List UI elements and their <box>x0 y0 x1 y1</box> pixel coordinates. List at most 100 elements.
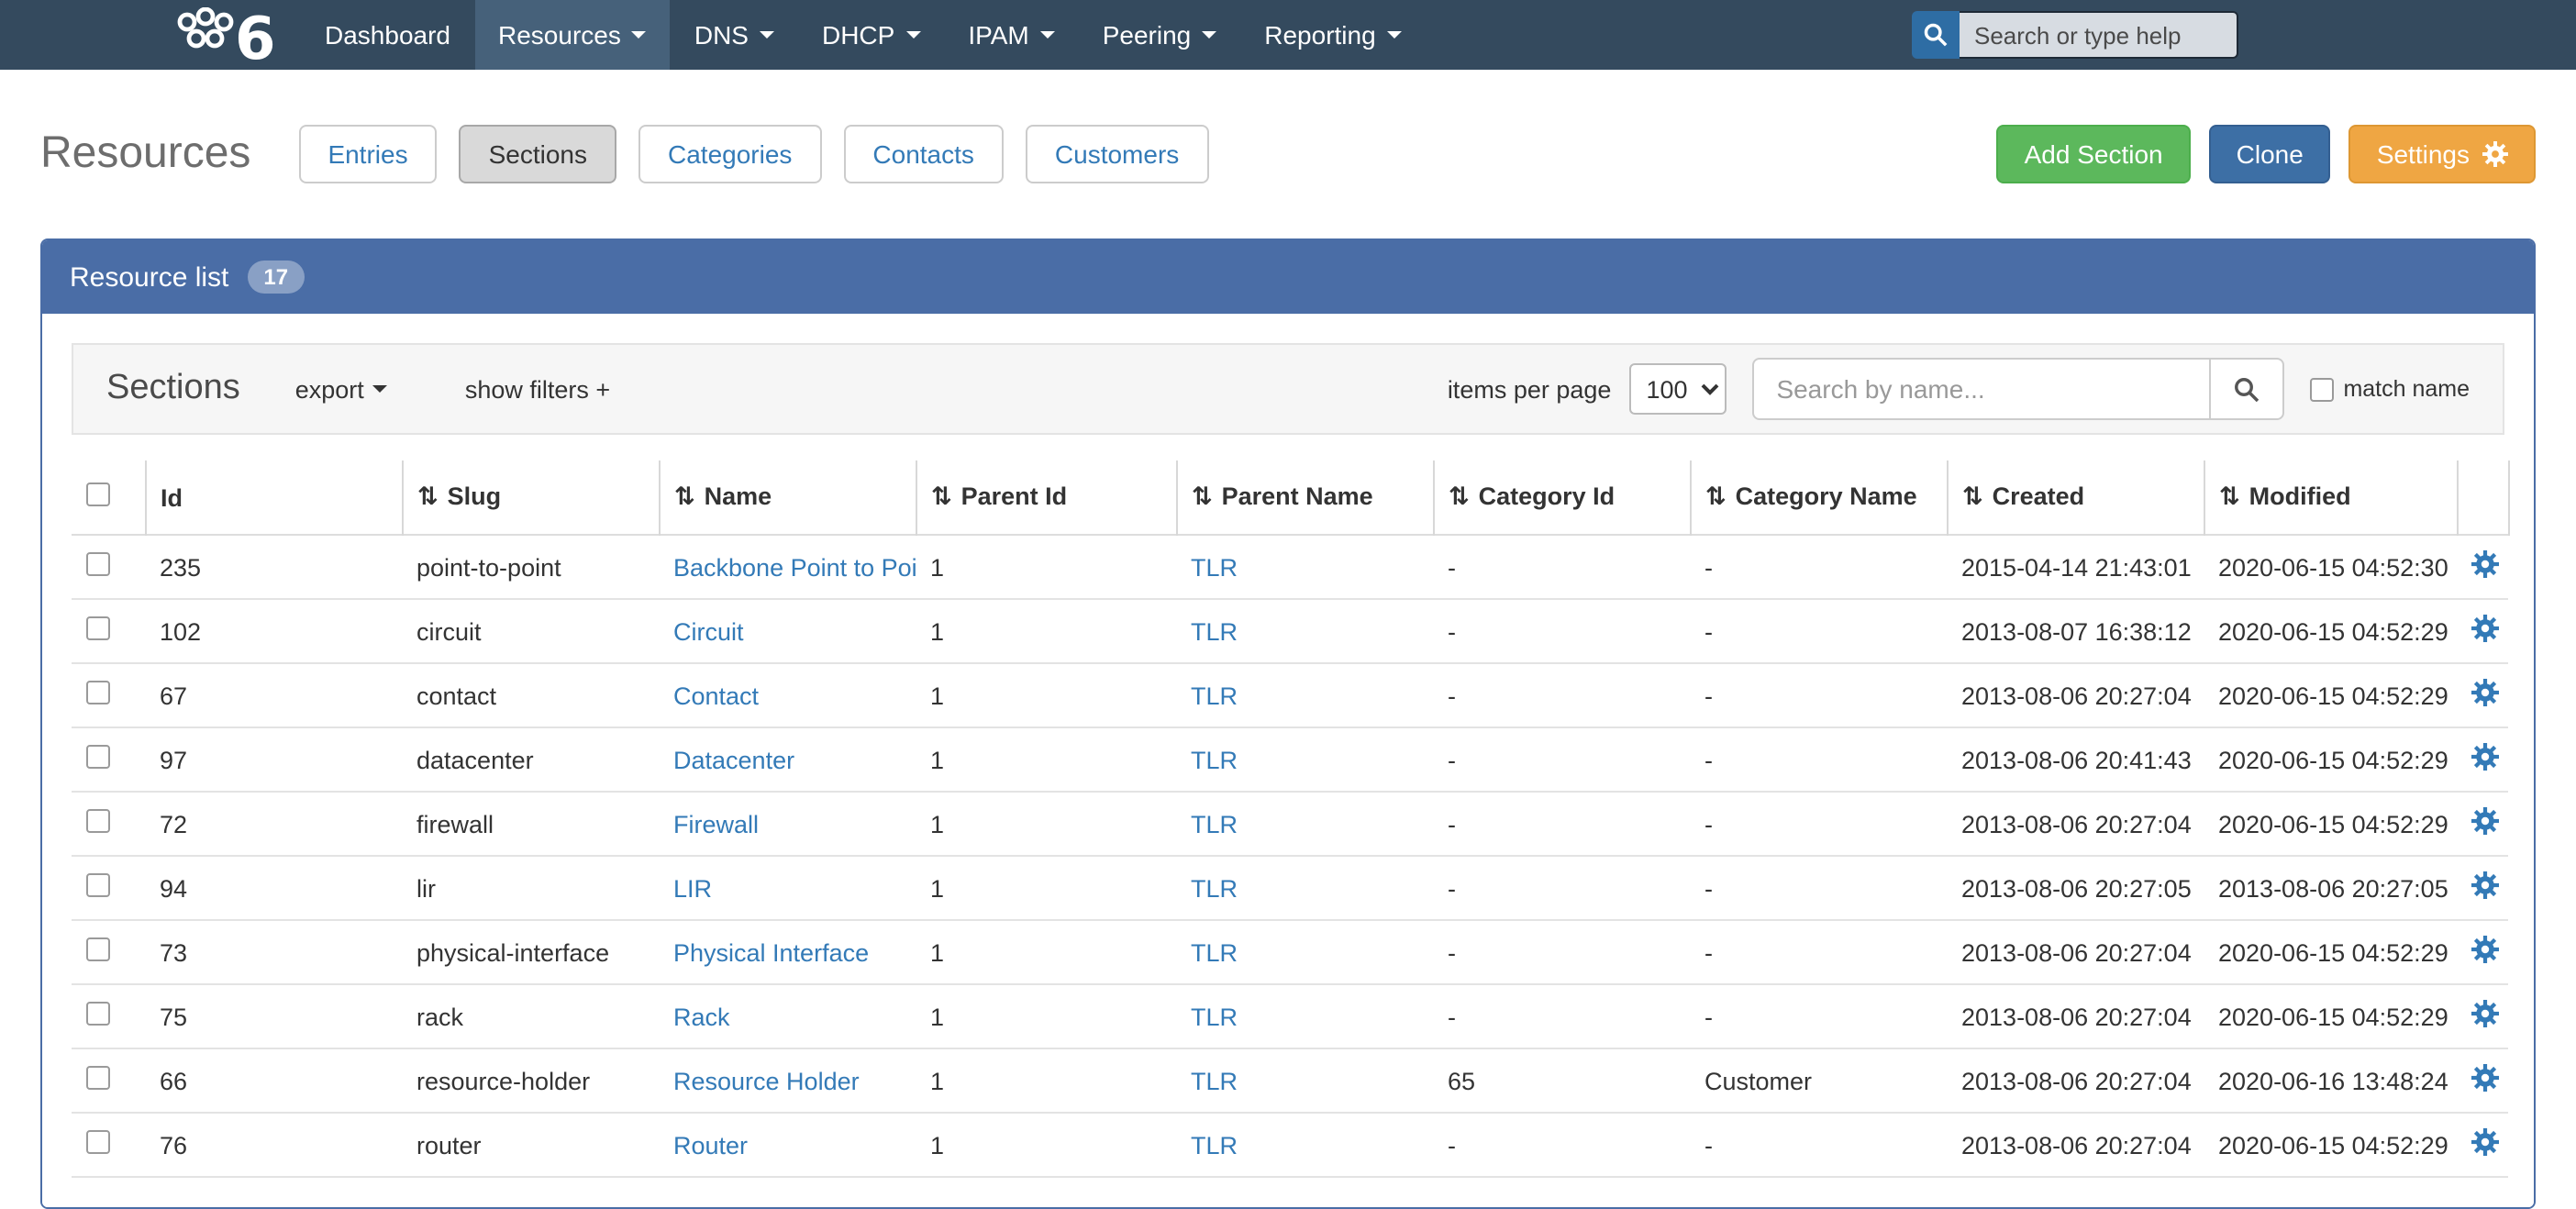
row-settings-gear-icon[interactable] <box>2471 871 2499 899</box>
cell-category-name: - <box>1690 727 1947 792</box>
search-icon[interactable] <box>1912 11 1960 59</box>
cell-select <box>72 792 145 856</box>
cell-id: 97 <box>145 727 402 792</box>
add-section-button[interactable]: Add Section <box>1997 125 2191 183</box>
column-label: Slug <box>448 482 502 510</box>
column-header-slug[interactable]: ⇅Slug <box>402 460 659 535</box>
parent-name-link[interactable]: TLR <box>1191 810 1238 837</box>
row-settings-gear-icon[interactable] <box>2471 1064 2499 1092</box>
column-header-created[interactable]: ⇅Created <box>1947 460 2204 535</box>
clone-button[interactable]: Clone <box>2209 125 2331 183</box>
select-all-checkbox[interactable] <box>86 482 110 506</box>
column-header-category-id[interactable]: ⇅Category Id <box>1433 460 1690 535</box>
resource-name-link[interactable]: Router <box>673 1131 748 1159</box>
row-settings-gear-icon[interactable] <box>2471 807 2499 835</box>
table-row: 72 firewall Firewall 1 TLR - - 2013-08-0… <box>72 792 2508 856</box>
table-row: 97 datacenter Datacenter 1 TLR - - 2013-… <box>72 727 2508 792</box>
help-search-input[interactable] <box>1960 11 2238 59</box>
show-filters-toggle[interactable]: show filters + <box>465 375 610 403</box>
items-per-page-select[interactable]: 100 <box>1629 363 1727 415</box>
resource-name-link[interactable]: Rack <box>673 1003 730 1030</box>
tab-customers[interactable]: Customers <box>1026 125 1208 183</box>
resource-name-link[interactable]: Contact <box>673 682 759 709</box>
row-checkbox[interactable] <box>86 1130 110 1154</box>
nav-item-dashboard[interactable]: Dashboard <box>301 0 474 70</box>
resource-name-link[interactable]: Physical Interface <box>673 938 869 966</box>
settings-button[interactable]: Settings <box>2349 125 2536 183</box>
cell-select <box>72 599 145 663</box>
match-name-control: match name <box>2310 376 2470 402</box>
match-name-checkbox[interactable] <box>2310 377 2334 401</box>
header-actions: Add Section Clone Settings <box>1997 125 2536 183</box>
name-search-input[interactable] <box>1752 358 2211 420</box>
column-header-parent-id[interactable]: ⇅Parent Id <box>916 460 1176 535</box>
brand-logo[interactable]: 6 <box>176 7 283 62</box>
row-checkbox[interactable] <box>86 552 110 576</box>
parent-name-link[interactable]: TLR <box>1191 682 1238 709</box>
nav-item-reporting[interactable]: Reporting <box>1240 0 1425 70</box>
row-checkbox[interactable] <box>86 681 110 704</box>
cell-actions <box>2457 920 2508 984</box>
resource-name-link[interactable]: LIR <box>673 874 712 902</box>
cell-parent-name: TLR <box>1176 535 1433 599</box>
cell-slug: physical-interface <box>402 920 659 984</box>
column-header-parent-name[interactable]: ⇅Parent Name <box>1176 460 1433 535</box>
cell-id: 75 <box>145 984 402 1048</box>
parent-name-link[interactable]: TLR <box>1191 617 1238 645</box>
column-header-name[interactable]: ⇅Name <box>659 460 916 535</box>
row-settings-gear-icon[interactable] <box>2471 615 2499 642</box>
parent-name-link[interactable]: TLR <box>1191 938 1238 966</box>
sort-icon: ⇅ <box>674 482 695 510</box>
nav-item-dhcp[interactable]: DHCP <box>798 0 944 70</box>
column-header-modified[interactable]: ⇅Modified <box>2204 460 2457 535</box>
cell-actions <box>2457 856 2508 920</box>
tab-categories[interactable]: Categories <box>638 125 821 183</box>
cell-parent-id: 1 <box>916 663 1176 727</box>
resource-name-link[interactable]: Backbone Point to Point <box>673 553 916 581</box>
resource-name-link[interactable]: Firewall <box>673 810 759 837</box>
cell-category-id: - <box>1433 792 1690 856</box>
table-row: 66 resource-holder Resource Holder 1 TLR… <box>72 1048 2508 1113</box>
row-settings-gear-icon[interactable] <box>2471 550 2499 578</box>
tab-entries[interactable]: Entries <box>298 125 437 183</box>
nav-item-label: Reporting <box>1264 20 1375 50</box>
name-search-button[interactable] <box>2211 358 2284 420</box>
cell-slug: router <box>402 1113 659 1177</box>
row-settings-gear-icon[interactable] <box>2471 743 2499 771</box>
cell-created: 2013-08-06 20:27:04 <box>1947 792 2204 856</box>
nav-item-peering[interactable]: Peering <box>1079 0 1241 70</box>
nav-item-resources[interactable]: Resources <box>474 0 671 70</box>
row-checkbox[interactable] <box>86 809 110 833</box>
tab-sections[interactable]: Sections <box>460 125 616 183</box>
row-checkbox[interactable] <box>86 1066 110 1090</box>
parent-name-link[interactable]: TLR <box>1191 1131 1238 1159</box>
row-checkbox[interactable] <box>86 873 110 897</box>
parent-name-link[interactable]: TLR <box>1191 1067 1238 1094</box>
resource-name-link[interactable]: Circuit <box>673 617 744 645</box>
cell-category-name: - <box>1690 663 1947 727</box>
parent-name-link[interactable]: TLR <box>1191 1003 1238 1030</box>
resource-name-link[interactable]: Resource Holder <box>673 1067 860 1094</box>
nav-item-ipam[interactable]: IPAM <box>944 0 1078 70</box>
row-checkbox[interactable] <box>86 745 110 769</box>
parent-name-link[interactable]: TLR <box>1191 746 1238 773</box>
row-settings-gear-icon[interactable] <box>2471 679 2499 706</box>
nav-item-dns[interactable]: DNS <box>671 0 798 70</box>
export-dropdown[interactable]: export <box>295 375 388 403</box>
row-settings-gear-icon[interactable] <box>2471 1128 2499 1156</box>
resource-name-link[interactable]: Datacenter <box>673 746 794 773</box>
row-checkbox[interactable] <box>86 937 110 961</box>
cell-parent-name: TLR <box>1176 1048 1433 1113</box>
row-checkbox[interactable] <box>86 616 110 640</box>
cell-created: 2013-08-06 20:27:04 <box>1947 1113 2204 1177</box>
column-header-category-name[interactable]: ⇅Category Name <box>1690 460 1947 535</box>
tab-contacts[interactable]: Contacts <box>843 125 1004 183</box>
cell-created: 2013-08-06 20:27:04 <box>1947 663 2204 727</box>
parent-name-link[interactable]: TLR <box>1191 553 1238 581</box>
parent-name-link[interactable]: TLR <box>1191 874 1238 902</box>
row-settings-gear-icon[interactable] <box>2471 936 2499 963</box>
cell-parent-name: TLR <box>1176 856 1433 920</box>
row-checkbox[interactable] <box>86 1002 110 1026</box>
cell-parent-id: 1 <box>916 599 1176 663</box>
row-settings-gear-icon[interactable] <box>2471 1000 2499 1027</box>
